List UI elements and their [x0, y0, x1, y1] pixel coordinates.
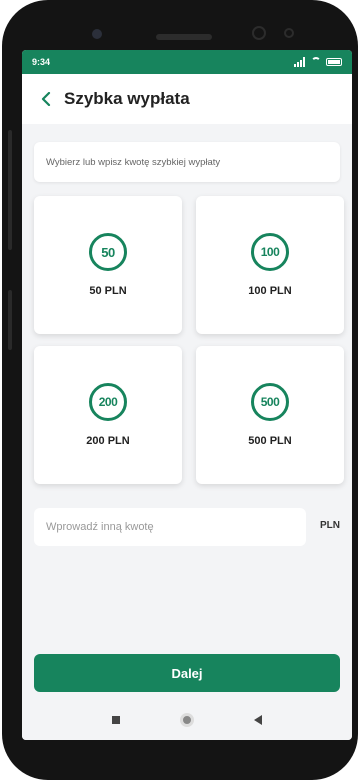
sensor-icon	[284, 28, 294, 38]
instruction-box: Wybierz lub wpisz kwotę szybkiej wypłaty	[34, 142, 340, 182]
phone-frame: 9:34 Szybka wypłata Wybierz lub wpisz kw…	[2, 0, 358, 780]
volume-button	[8, 130, 12, 250]
back-arrow-icon[interactable]	[34, 87, 58, 111]
battery-icon	[326, 58, 342, 66]
sensor-icon	[252, 26, 266, 40]
amount-option-500[interactable]: 500 500 PLN	[196, 346, 344, 484]
page-title: Szybka wypłata	[64, 89, 190, 108]
currency-label: PLN	[320, 520, 340, 531]
power-button	[8, 290, 12, 350]
system-nav-bar	[22, 700, 352, 740]
back-icon[interactable]	[254, 715, 262, 725]
amount-badge-icon: 100	[251, 233, 289, 271]
front-camera-icon	[92, 29, 102, 39]
custom-amount-input[interactable]	[34, 508, 306, 546]
amount-label: 100 PLN	[248, 285, 292, 297]
signal-icon	[294, 57, 306, 67]
amount-option-50[interactable]: 50 50 PLN	[34, 196, 182, 334]
home-icon[interactable]	[180, 713, 194, 727]
recents-icon[interactable]	[112, 716, 120, 724]
amount-badge-icon: 200	[89, 383, 127, 421]
amount-option-100[interactable]: 100 100 PLN	[196, 196, 344, 334]
next-button[interactable]: Dalej	[34, 654, 340, 692]
amount-option-200[interactable]: 200 200 PLN	[34, 346, 182, 484]
wifi-icon	[311, 57, 321, 67]
amount-label: 200 PLN	[86, 435, 130, 447]
earpiece-speaker	[156, 34, 212, 40]
app-header: Szybka wypłata	[22, 74, 352, 124]
amount-badge-icon: 50	[89, 233, 127, 271]
amount-badge-icon: 500	[251, 383, 289, 421]
app-screen: 9:34 Szybka wypłata Wybierz lub wpisz kw…	[22, 50, 352, 740]
amount-label: 500 PLN	[248, 435, 292, 447]
status-bar: 9:34	[22, 50, 352, 74]
amount-label: 50 PLN	[89, 285, 127, 297]
status-icons	[294, 57, 342, 67]
status-time: 9:34	[32, 57, 51, 67]
